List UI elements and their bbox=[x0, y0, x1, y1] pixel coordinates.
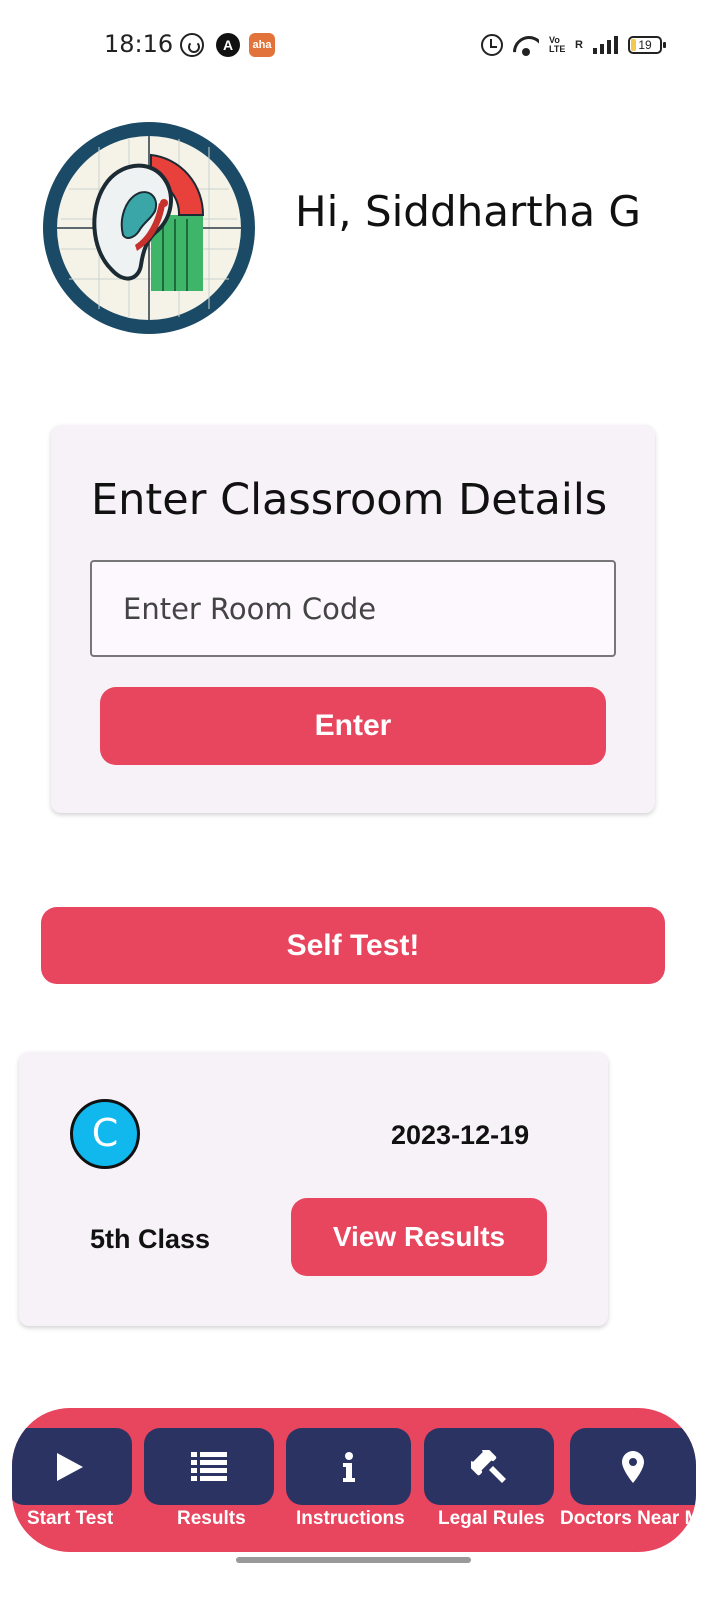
battery-level: 19 bbox=[638, 38, 652, 52]
alarm-icon bbox=[481, 34, 504, 56]
roaming-indicator: R bbox=[575, 39, 583, 51]
status-time: 18:16 bbox=[104, 30, 174, 58]
nav-tile bbox=[570, 1428, 696, 1505]
nav-item-instructions[interactable]: Instructions bbox=[286, 1408, 416, 1552]
nav-tile bbox=[144, 1428, 274, 1505]
result-date: 2023-12-19 bbox=[391, 1120, 530, 1150]
greeting-text: Hi, Siddhartha G bbox=[295, 187, 641, 236]
room-code-input[interactable] bbox=[90, 560, 616, 657]
nav-label-start-test: Start Test bbox=[27, 1508, 114, 1529]
nav-label-legal-rules: Legal Rules bbox=[438, 1508, 545, 1529]
aha-app-icon: aha bbox=[249, 33, 275, 57]
info-icon bbox=[342, 1451, 356, 1482]
status-bar: 18:16 A aha Vo LTE R 19 bbox=[0, 0, 720, 90]
classroom-card: Enter Classroom Details Enter bbox=[51, 425, 655, 813]
ear-hearing-test-logo-icon bbox=[39, 119, 259, 337]
nav-label-doctors-near-me: Doctors Near M bbox=[560, 1508, 696, 1529]
wifi-icon bbox=[513, 34, 539, 56]
nav-tile bbox=[12, 1428, 132, 1505]
nav-label-results: Results bbox=[177, 1508, 246, 1529]
list-icon bbox=[191, 1451, 227, 1482]
whatsapp-icon bbox=[180, 33, 204, 57]
nav-tile bbox=[286, 1428, 411, 1505]
battery-icon: 19 bbox=[628, 36, 666, 54]
class-avatar: C bbox=[70, 1099, 140, 1169]
play-icon bbox=[55, 1451, 85, 1483]
nav-item-doctors-near-me[interactable]: Doctors Near M bbox=[560, 1408, 696, 1552]
nav-item-start-test[interactable]: Start Test bbox=[12, 1408, 142, 1552]
volte-icon: Vo LTE bbox=[549, 36, 565, 54]
home-indicator[interactable] bbox=[236, 1557, 471, 1563]
status-indicators: Vo LTE R 19 bbox=[481, 33, 666, 57]
app-a-icon: A bbox=[216, 33, 240, 57]
nav-item-results[interactable]: Results bbox=[144, 1408, 278, 1552]
nav-item-legal-rules[interactable]: Legal Rules bbox=[424, 1408, 560, 1552]
signal-icon bbox=[593, 36, 618, 54]
view-results-button[interactable]: View Results bbox=[291, 1198, 547, 1276]
classroom-card-title: Enter Classroom Details bbox=[91, 475, 608, 525]
self-test-button[interactable]: Self Test! bbox=[41, 907, 665, 984]
class-name: 5th Class bbox=[90, 1224, 211, 1254]
location-pin-icon bbox=[622, 1450, 644, 1483]
volte-bottom: LTE bbox=[549, 44, 566, 54]
result-card: C 2023-12-19 5th Class View Results bbox=[19, 1052, 608, 1326]
nav-tile bbox=[424, 1428, 554, 1505]
gavel-icon bbox=[471, 1449, 507, 1484]
enter-button[interactable]: Enter bbox=[100, 687, 606, 765]
bottom-nav: Start Test Results Instructions Legal Ru… bbox=[12, 1408, 696, 1552]
nav-label-instructions: Instructions bbox=[296, 1508, 405, 1529]
